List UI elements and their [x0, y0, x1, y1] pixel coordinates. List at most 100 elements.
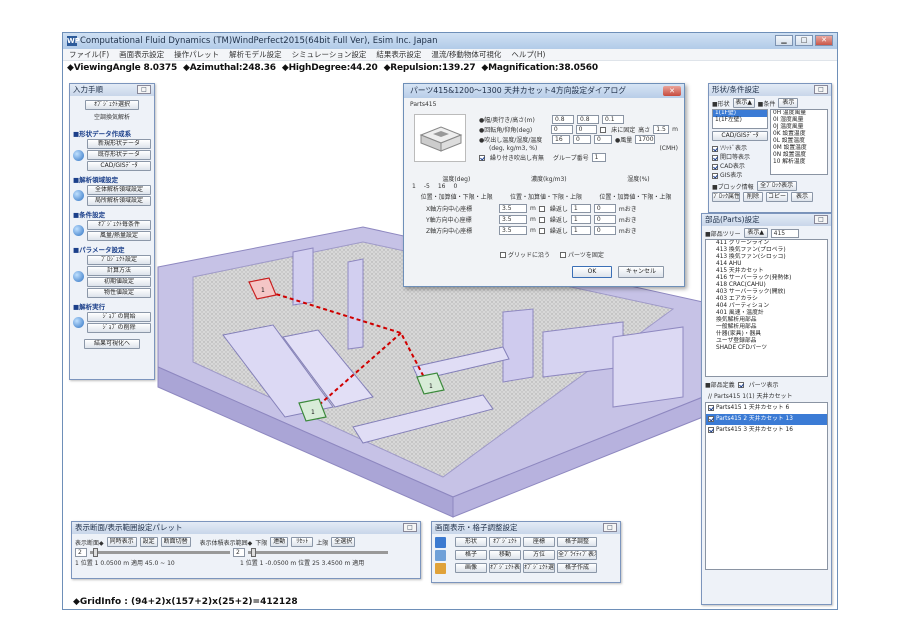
blow-density-input[interactable]: 0 [573, 135, 591, 144]
height-input[interactable]: 0.1 [602, 115, 624, 124]
axis-select-1[interactable]: 2 [75, 548, 87, 557]
menu-results[interactable]: 結果表示設定 [376, 49, 421, 60]
list-item[interactable]: 1(1F左壁) [713, 117, 767, 124]
tree-item[interactable]: 413 換気ファン(シロッコ) [714, 254, 827, 261]
all-block-button[interactable]: 全ﾌﾞﾛｯｸ表示 [756, 181, 797, 191]
block-attr-button[interactable]: ﾌﾞﾛｯｸ属性 [712, 192, 740, 202]
panel-restore-button[interactable]: □ [603, 523, 617, 532]
x-step-input[interactable]: 0 [593, 204, 616, 213]
tree-display-button[interactable]: 表示▲ [743, 228, 768, 238]
floor-fix-checkbox[interactable] [600, 126, 607, 133]
range-slider[interactable] [248, 548, 388, 557]
z-repeat-checkbox[interactable] [538, 227, 545, 234]
grid-align-checkbox[interactable] [500, 251, 506, 258]
global-region-button[interactable]: 全体解析領域設定 [87, 185, 151, 195]
tree-item[interactable]: 411 グリーンライン [714, 240, 827, 247]
section-set-button[interactable]: 設定 [139, 537, 158, 547]
tree-item[interactable]: 換気解析用部品 [714, 317, 827, 324]
z-center-input[interactable]: 3.5 [499, 226, 527, 235]
panel-restore-button[interactable]: □ [814, 215, 828, 224]
list-item[interactable]: 0M 設置温度 [771, 145, 827, 152]
z-step-input[interactable]: 0 [593, 226, 616, 235]
select-all-button[interactable]: 全選択 [331, 537, 356, 547]
z-count-input[interactable]: 1 [570, 226, 591, 235]
job-delete-button[interactable]: ｼﾞｮﾌﾞの削除 [87, 323, 151, 333]
tree-item[interactable]: 413 換気ファン(プロペラ) [714, 247, 827, 254]
menu-file[interactable]: ファイル(F) [69, 49, 109, 60]
shape-button[interactable]: 形状 [455, 537, 487, 547]
gis-display-check[interactable]: GIS表示 [712, 170, 768, 179]
tree-item[interactable]: 401 風速・温度計 [714, 310, 827, 317]
grid-button[interactable]: 格子 [455, 550, 487, 560]
new-shape-button[interactable]: 新規形状データ [87, 139, 151, 149]
mount-height-input[interactable]: 1.5 [653, 125, 670, 134]
airflow-heat-button[interactable]: 風量/熱量設定 [87, 231, 151, 241]
tree-item[interactable]: SHADE CFDパーツ [714, 345, 827, 352]
object-display-button[interactable]: ｵﾌﾞｼﾞｪｸﾄ表示 [489, 563, 521, 573]
move-button[interactable]: 移動 [489, 550, 521, 560]
object-button[interactable]: ｵﾌﾞｼﾞｪｸﾄ [489, 537, 521, 547]
coordinate-button[interactable]: 座標 [523, 537, 555, 547]
cad-display-check[interactable]: CAD表示 [712, 161, 768, 170]
all-primitive-button[interactable]: 全ﾌﾟﾗｲﾃｨﾌﾞ表示 [557, 550, 597, 560]
grid-create-button[interactable]: 格子作成 [557, 563, 597, 573]
instance-item[interactable]: Parts415 2 天井カセット 13 [706, 414, 827, 425]
condition-list[interactable]: 0H 温度風量 0I 湿度風量 0J 温度風量 0K 設置温度 0L 設置温度 … [770, 109, 828, 175]
shape-display-button[interactable]: 表示▲ [732, 98, 755, 108]
list-item[interactable]: 0I 湿度風量 [771, 117, 827, 124]
job-start-button[interactable]: ｼﾞｮﾌﾞの開始 [87, 312, 151, 322]
tree-item[interactable]: 416 サーバーラック(発熱体) [714, 275, 827, 282]
group-input[interactable]: 1 [591, 153, 606, 162]
list-item[interactable]: 0N 設置温度 [771, 152, 827, 159]
menu-simulation[interactable]: シミュレーション設定 [292, 49, 367, 60]
depth-input[interactable]: 0.8 [577, 115, 599, 124]
y-step-input[interactable]: 0 [593, 215, 616, 224]
block-display-button[interactable]: 表示 [791, 192, 813, 202]
solid-display-check[interactable]: ｿﾘｯﾄﾞ表示 [712, 143, 768, 152]
existing-shape-button[interactable]: 既存形状データ [87, 150, 151, 160]
block-copy-button[interactable]: コピー [766, 192, 788, 202]
list-item[interactable]: 0J 温度風量 [771, 124, 827, 131]
list-item[interactable]: 1(1F壁) [713, 110, 767, 117]
width-input[interactable]: 0.8 [552, 115, 574, 124]
y-count-input[interactable]: 1 [570, 215, 591, 224]
parts-tree[interactable]: 411 グリーンライン 413 換気ファン(プロペラ) 413 換気ファン(シロ… [705, 239, 828, 377]
y-repeat-checkbox[interactable] [538, 216, 545, 223]
list-item[interactable]: 0H 温度風量 [771, 110, 827, 117]
tree-item[interactable]: 415 天井カセット [714, 268, 827, 275]
initial-value-button[interactable]: 初期値設定 [87, 277, 151, 287]
menu-display[interactable]: 画面表示設定 [119, 49, 164, 60]
link-button[interactable]: 連動 [270, 537, 289, 547]
section-switch-button[interactable]: 断面切替 [160, 537, 191, 547]
x-repeat-checkbox[interactable] [538, 205, 545, 212]
parts-instance-list[interactable]: Parts415 1 天井カセット 6 Parts415 2 天井カセット 13… [705, 402, 828, 570]
cancel-button[interactable]: キャンセル [618, 266, 664, 278]
orientation-button[interactable]: 方位 [523, 550, 555, 560]
instance-item[interactable]: Parts415 3 天井カセット 16 [706, 425, 827, 436]
object-select-button[interactable]: ｵﾌﾞｼﾞｪｸﾄ選択 [85, 100, 139, 110]
tree-item[interactable]: 404 パーティション [714, 303, 827, 310]
local-region-button[interactable]: 局所解析領域設定 [87, 196, 151, 206]
part-number-input[interactable]: 415 [770, 228, 799, 238]
panel-restore-button[interactable]: □ [137, 85, 151, 94]
result-visualize-button[interactable]: 結果可視化へ [84, 339, 140, 349]
parts-display-checkbox[interactable] [737, 381, 744, 388]
blow-temp-input[interactable]: 16 [552, 135, 570, 144]
menu-palette[interactable]: 操作パレット [174, 49, 219, 60]
image-button[interactable]: 画像 [455, 563, 487, 573]
object-condition-button[interactable]: ｵﾌﾞｼﾞｪｸﾄ毎条件 [87, 220, 151, 230]
minimize-button[interactable]: ▁ [775, 35, 793, 46]
tree-item[interactable]: ユーザ登録部品 [714, 338, 827, 345]
y-center-input[interactable]: 3.5 [499, 215, 527, 224]
close-button[interactable]: ✕ [815, 35, 833, 46]
maximize-button[interactable]: □ [795, 35, 813, 46]
x-count-input[interactable]: 1 [570, 204, 591, 213]
condition-display-button[interactable]: 表示 [778, 98, 799, 108]
parts-fixed-checkbox[interactable] [560, 251, 567, 258]
menu-flow[interactable]: 温流/移動物体可視化 [431, 49, 501, 60]
section-slider[interactable] [90, 548, 230, 557]
list-item[interactable]: 10 解析温度 [771, 159, 827, 166]
tree-item[interactable]: 一般解析用部品 [714, 324, 827, 331]
tree-item[interactable]: 什器(家具)・器具 [714, 331, 827, 338]
tree-item[interactable]: 414 AHU [714, 261, 827, 268]
